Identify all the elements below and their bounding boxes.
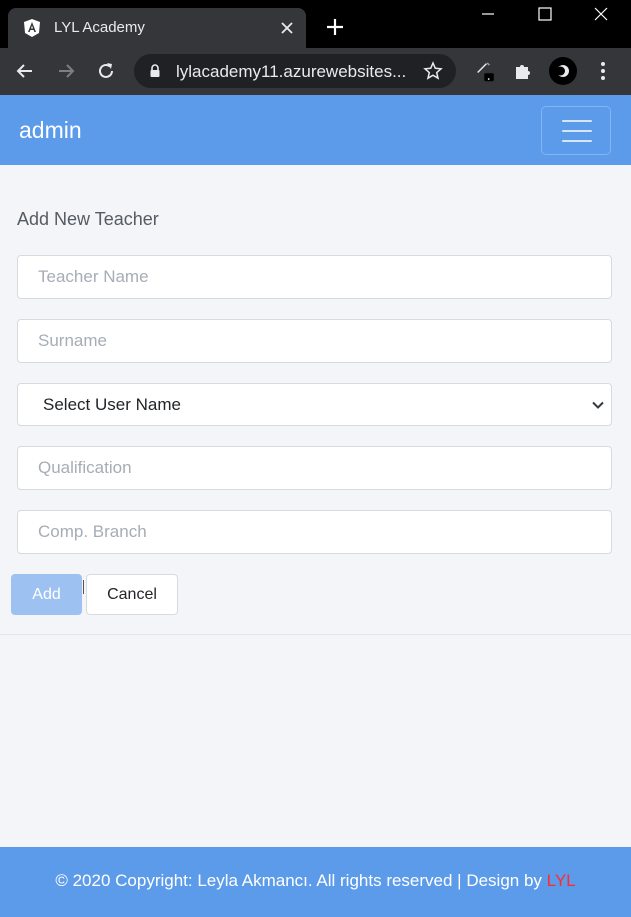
puzzle-icon[interactable] — [512, 60, 534, 82]
comp-branch-input[interactable] — [18, 511, 611, 553]
footer: © 2020 Copyright: Leyla Akmancı. All rig… — [0, 847, 631, 917]
qualification-input[interactable] — [18, 447, 611, 489]
comp-branch-field — [17, 510, 612, 554]
add-button[interactable]: Add — [11, 574, 82, 615]
kebab-menu-icon[interactable] — [592, 60, 614, 82]
close-icon[interactable] — [279, 20, 295, 36]
window-close-icon[interactable] — [591, 4, 611, 24]
navbar-brand[interactable]: admin — [19, 117, 82, 144]
form-title: Add New Teacher — [17, 209, 159, 229]
chevron-down-icon — [592, 401, 604, 409]
qualification-field — [17, 446, 612, 490]
footer-design-link[interactable]: LYL — [547, 871, 576, 890]
navbar: admin — [0, 95, 631, 165]
footer-copyright-text: © 2020 Copyright: Leyla Akmancı. All rig… — [55, 871, 547, 890]
pen-icon[interactable] — [474, 60, 496, 82]
hamburger-line — [562, 140, 592, 142]
browser-tab[interactable]: LYL Academy — [8, 8, 306, 48]
footer-copyright: © 2020 Copyright: Leyla Akmancı. All rig… — [0, 871, 631, 891]
url-text: lylacademy11.azurewebsites... — [176, 62, 407, 81]
star-icon[interactable] — [423, 61, 443, 81]
tab-title: LYL Academy — [54, 19, 145, 36]
user-name-select[interactable]: Select User Name — [17, 383, 612, 426]
teacher-name-field — [17, 255, 612, 299]
surname-field — [17, 319, 612, 363]
browser-titlebar: LYL Academy — [0, 0, 631, 48]
hamburger-icon[interactable] — [541, 106, 611, 155]
surname-input[interactable] — [18, 320, 611, 362]
reload-icon[interactable] — [95, 60, 117, 82]
lock-icon — [150, 64, 160, 77]
profile-icon[interactable] — [549, 57, 577, 85]
minimize-icon[interactable] — [478, 4, 498, 24]
address-bar[interactable]: lylacademy11.azurewebsites... — [134, 54, 456, 88]
back-arrow-icon[interactable] — [14, 60, 36, 82]
user-name-select-value: Select User Name — [43, 395, 181, 414]
angular-icon — [24, 19, 40, 37]
main-content: Add New Teacher Select User Name Add Can… — [0, 165, 631, 635]
hamburger-line — [562, 130, 592, 132]
teacher-name-input[interactable] — [18, 256, 611, 298]
maximize-icon[interactable] — [535, 4, 555, 24]
plus-icon[interactable] — [324, 16, 346, 38]
cancel-button[interactable]: Cancel — [86, 574, 178, 615]
hamburger-line — [562, 120, 592, 122]
browser-toolbar: lylacademy11.azurewebsites... — [0, 48, 631, 95]
text-cursor — [83, 580, 84, 594]
forward-arrow-icon[interactable] — [55, 60, 77, 82]
